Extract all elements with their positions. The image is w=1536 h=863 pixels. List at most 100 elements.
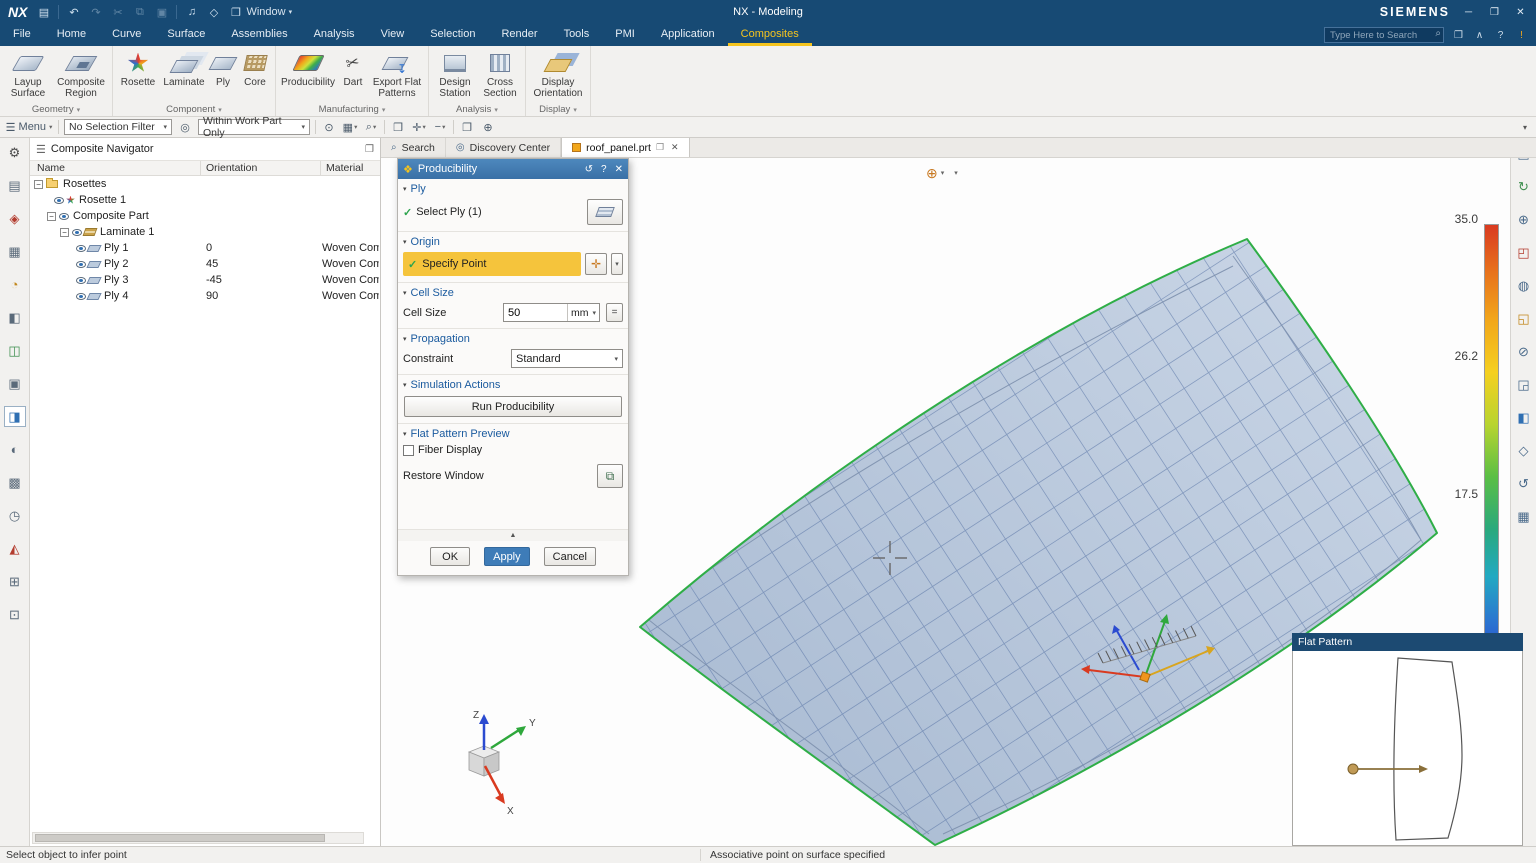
cut-icon[interactable]: ✂: [110, 6, 125, 19]
tab-discovery-center[interactable]: ◎ Discovery Center: [446, 138, 561, 157]
visibility-eye-icon[interactable]: [54, 197, 64, 204]
producibility-button[interactable]: Producibility: [279, 47, 337, 90]
visibility-eye-icon[interactable]: [76, 245, 86, 252]
composite-navigator-icon[interactable]: ◨: [4, 406, 26, 427]
export-flat-patterns-button[interactable]: Export Flat Patterns: [369, 47, 425, 100]
tree-row-ply-1[interactable]: Ply 1 0 Woven Compo: [30, 240, 380, 256]
tab-tools[interactable]: Tools: [551, 24, 603, 46]
section-header-flat-pattern[interactable]: ▾ Flat Pattern Preview: [403, 425, 623, 442]
tree-row-rosettes[interactable]: − Rosettes: [30, 176, 380, 192]
visibility-eye-icon[interactable]: [59, 213, 69, 220]
show-hide-button[interactable]: ❒: [390, 119, 406, 135]
tab-composites[interactable]: Composites: [728, 24, 812, 46]
section-header-ply[interactable]: ▾ Ply: [403, 180, 623, 197]
tree-row-ply-2[interactable]: Ply 2 45 Woven Compo: [30, 256, 380, 272]
copy-icon[interactable]: ⧉: [132, 6, 147, 19]
internet-explorer-icon[interactable]: ▣: [4, 373, 26, 394]
select-ply-button[interactable]: [587, 199, 623, 225]
run-producibility-button[interactable]: Run Producibility: [404, 396, 622, 417]
selection-scope-select[interactable]: Within Work Part Only▾: [198, 119, 310, 135]
scrollbar-thumb[interactable]: [35, 834, 325, 842]
reset-icon[interactable]: ↺: [585, 164, 593, 175]
restore-window-button[interactable]: ⧉: [597, 464, 623, 488]
trimetric-view-icon[interactable]: ◰: [1514, 243, 1534, 263]
flat-pattern-header[interactable]: Flat Pattern: [1292, 633, 1523, 651]
formula-button[interactable]: =: [606, 303, 623, 322]
section-header-origin[interactable]: ▾ Origin: [403, 233, 623, 250]
alert-icon[interactable]: !: [1515, 30, 1528, 41]
tab-home[interactable]: Home: [44, 24, 99, 46]
ribbon-group-label-manufacturing[interactable]: Manufacturing▾: [279, 103, 425, 116]
column-material[interactable]: Material: [320, 161, 363, 176]
specify-csys-button[interactable]: ⊕ ▾: [926, 166, 944, 180]
section-header-cell-size[interactable]: ▾ Cell Size: [403, 284, 623, 301]
undo-icon[interactable]: ↶: [66, 6, 81, 19]
tab-roof-panel-part[interactable]: roof_panel.prt ❐ ✕: [561, 138, 689, 157]
visibility-eye-icon[interactable]: [76, 293, 86, 300]
undock-icon[interactable]: ❐: [365, 144, 374, 155]
save-icon[interactable]: ▤: [36, 6, 51, 19]
tab-close-icon[interactable]: ✕: [671, 142, 679, 153]
window-select-button[interactable]: ▦▾: [342, 119, 358, 135]
find-in-window-button[interactable]: ⌕▾: [363, 119, 379, 135]
tree-row-ply-3[interactable]: Ply 3 -45 Woven Compo: [30, 272, 380, 288]
command-search-input[interactable]: [1324, 27, 1444, 43]
core-button[interactable]: Core: [238, 47, 272, 90]
point-options-caret[interactable]: ▾: [954, 169, 958, 177]
tab-application[interactable]: Application: [648, 24, 728, 46]
measure-button[interactable]: −▾: [432, 119, 448, 135]
section-header-simulation[interactable]: ▾ Simulation Actions: [403, 376, 623, 393]
visibility-eye-icon[interactable]: [72, 229, 82, 236]
toolbar-overflow-caret[interactable]: ▾: [1523, 123, 1531, 132]
touch-panel-icon[interactable]: ⊡: [4, 604, 26, 625]
clip-section-icon[interactable]: ⊘: [1514, 342, 1534, 362]
tree-row-rosette-1[interactable]: Rosette 1: [30, 192, 380, 208]
search-icon[interactable]: ⌕: [1435, 28, 1441, 39]
close-button[interactable]: ✕: [1513, 7, 1528, 18]
ok-button[interactable]: OK: [430, 547, 470, 566]
minimize-button[interactable]: ─: [1461, 7, 1476, 18]
tab-selection[interactable]: Selection: [417, 24, 488, 46]
cell-size-input[interactable]: [504, 307, 567, 319]
system-materials-icon[interactable]: ⊞: [4, 571, 26, 592]
constraint-select[interactable]: Standard ▾: [511, 349, 623, 368]
help-icon[interactable]: ?: [601, 164, 607, 175]
ribbon-group-label-analysis[interactable]: Analysis▾: [432, 103, 522, 116]
ribbon-group-label-component[interactable]: Component▾: [116, 103, 272, 116]
column-name[interactable]: Name: [32, 161, 65, 176]
dialog-collapse-strip[interactable]: ▲: [398, 529, 628, 541]
layup-surface-button[interactable]: Layup Surface: [3, 47, 53, 100]
roles-gear-icon[interactable]: ⚙: [4, 142, 26, 163]
notification-icon[interactable]: ◔: [4, 274, 26, 295]
orient-view-icon[interactable]: ⊕: [1514, 210, 1534, 230]
composite-region-button[interactable]: Composite Region: [53, 47, 109, 100]
tab-assemblies[interactable]: Assemblies: [218, 24, 300, 46]
collapse-toggle[interactable]: −: [60, 228, 69, 237]
hd3d-tools-icon[interactable]: ◫: [4, 340, 26, 361]
snap-point-button[interactable]: ◎: [177, 119, 193, 135]
reuse-library-icon[interactable]: ◧: [4, 307, 26, 328]
layer-settings-icon[interactable]: ◧: [1514, 408, 1534, 428]
dart-button[interactable]: ✂ Dart: [337, 47, 369, 90]
minimize-ribbon-icon[interactable]: ∧: [1473, 30, 1486, 41]
tab-view[interactable]: View: [368, 24, 418, 46]
restore-button[interactable]: ❐: [1487, 7, 1502, 18]
help-icon[interactable]: ?: [1494, 30, 1507, 41]
float-ribbon-icon[interactable]: ❒: [1452, 30, 1465, 41]
design-station-button[interactable]: Design Station: [432, 47, 478, 100]
refresh-view-icon[interactable]: ↻: [1514, 177, 1534, 197]
constraint-navigator-icon[interactable]: ◈: [4, 208, 26, 229]
tab-analysis[interactable]: Analysis: [301, 24, 368, 46]
tab-file[interactable]: File: [0, 24, 44, 46]
selection-filter-select[interactable]: No Selection Filter▾: [64, 119, 172, 135]
flat-pattern-window[interactable]: Flat Pattern: [1292, 633, 1523, 846]
grid-display-icon[interactable]: ▦: [1514, 507, 1534, 527]
navigator-horizontal-scrollbar[interactable]: [32, 832, 364, 844]
point-options-caret[interactable]: ▾: [611, 253, 623, 275]
shaded-view-icon[interactable]: ◍: [1514, 276, 1534, 296]
cross-section-button[interactable]: Cross Section: [478, 47, 522, 100]
display-orientation-button[interactable]: Display Orientation: [529, 47, 587, 100]
visibility-eye-icon[interactable]: [76, 261, 86, 268]
collapse-toggle[interactable]: −: [47, 212, 56, 221]
touch-mode-icon[interactable]: ◇: [206, 6, 221, 19]
